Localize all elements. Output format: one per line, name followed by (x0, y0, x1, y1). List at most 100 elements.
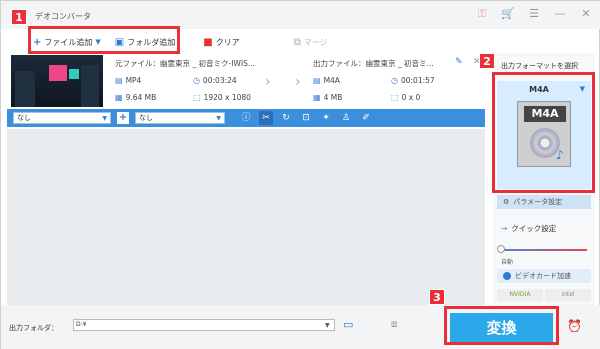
output-format-cell: ▤ M4A (313, 76, 391, 85)
source-duration: 00:03:24 (202, 76, 237, 85)
auto-label: 自動 (501, 259, 514, 266)
source-meta-line: ▤ MP4 ◷ 00:03:24 (115, 74, 271, 87)
window-controls: ⚿ 🛒 ☰ — ✕ (475, 7, 593, 21)
app-title: デオコンバータ (35, 12, 91, 21)
rotate-icon[interactable]: ↻ (279, 111, 293, 125)
output-name-line: 出力ファイル： 幽霊東京 _ 初音ミ... (313, 57, 469, 70)
key-icon[interactable]: ⚿ (475, 7, 489, 21)
source-info: 元ファイル： 幽霊東京 _ 初音ミク-IWIS... ▤ MP4 ◷ 00:03:2… (115, 57, 271, 104)
highlight-box-format (492, 72, 595, 193)
source-resolution: 1920 x 1080 (203, 93, 251, 102)
quick-settings: → クイック設定 (501, 223, 556, 234)
parameter-settings-button[interactable]: ⚙ パラメータ設定 (497, 195, 591, 209)
info-icon[interactable]: ⓘ (239, 111, 253, 125)
clock-icon: ◷ (193, 76, 200, 85)
crop-icon[interactable]: ⊡ (299, 111, 313, 125)
trash-icon: ■ (203, 36, 213, 48)
folder-open-icon[interactable]: ▭ (343, 318, 353, 331)
quick-settings-label: クイック設定 (511, 224, 557, 233)
chevron-right-icon: › (295, 74, 301, 90)
source-format: MP4 (125, 76, 142, 85)
output-size-cell: ▦ 4 MB (313, 93, 391, 102)
menu-icon[interactable]: ☰ (527, 7, 541, 21)
resolution-icon: ⬚ (391, 93, 399, 102)
merge-label: マージ (303, 37, 328, 47)
film-icon: ▤ (313, 76, 321, 85)
thumbnail-building (81, 65, 99, 107)
audio-track-value: なし (139, 114, 153, 122)
gpu-acceleration-toggle[interactable]: ビデオカード加速 (497, 269, 591, 283)
close-button[interactable]: ✕ (579, 7, 593, 21)
output-folder-input[interactable]: D:¥ (73, 319, 335, 331)
resolution-icon: ⬚ (193, 93, 201, 102)
highlight-box-toolbar (28, 26, 180, 54)
chevron-down-icon: ▼ (216, 114, 221, 122)
output-filename: 幽霊東京 _ 初音ミ... (365, 59, 434, 68)
audio-track-select[interactable]: なし ▼ (135, 112, 225, 124)
source-format-cell: ▤ MP4 (115, 76, 193, 85)
gpu-vendor-logos: NVIDIA intel (497, 289, 591, 301)
slider-track (499, 249, 587, 251)
output-resolution-cell: ⬚ 0 x 0 (391, 93, 469, 102)
subtitle-select[interactable]: なし ▼ (13, 112, 111, 124)
merge-icon: ⧉ (293, 36, 301, 48)
merge-button[interactable]: ⧉ マージ (290, 33, 332, 51)
source-size-cell: ▦ 9.64 MB (115, 93, 193, 102)
step-badge-1: 1 (11, 9, 27, 25)
cut-icon[interactable]: ✂ (259, 111, 273, 125)
subtitle-edit-icon[interactable]: ✐ (359, 111, 373, 125)
output-label: 出力ファイル： (313, 59, 366, 68)
quality-slider[interactable] (497, 245, 587, 255)
highlight-box-convert (444, 306, 559, 345)
output-resolution: 0 x 0 (401, 93, 421, 102)
source-label: 元ファイル： (115, 59, 160, 68)
thumbnail-neon-sign (69, 69, 79, 79)
cart-icon[interactable]: 🛒 (501, 7, 515, 21)
output-duration-cell: ◷ 00:01:57 (391, 76, 469, 85)
app-window: デオコンバータ ⚿ 🛒 ☰ — ✕ + ファイル追加 ▼ ▣ フォルダ追加 ■ … (0, 0, 600, 349)
thumbnail-building (15, 71, 35, 107)
output-folder-label: 出力フォルダ： (9, 324, 58, 332)
output-format-label: 出力フォーマットを選択 (501, 62, 578, 70)
minimize-button[interactable]: — (553, 7, 567, 21)
gpu-checkbox[interactable] (503, 272, 511, 280)
arrow-right-icon: → (501, 224, 508, 233)
output-meta-line: ▤ M4A ◷ 00:01:57 (313, 74, 469, 87)
output-info: 出力ファイル： 幽霊東京 _ 初音ミ... ▤ M4A ◷ 00:01:57 ▦ 4 … (313, 57, 469, 104)
file-item[interactable]: 元ファイル： 幽霊東京 _ 初音ミク-IWIS... ▤ MP4 ◷ 00:03:2… (7, 53, 485, 111)
nvidia-logo: NVIDIA (497, 289, 543, 301)
file-size-icon: ▦ (115, 93, 123, 102)
step-badge-3: 3 (429, 289, 445, 305)
effects-icon[interactable]: ✦ (319, 111, 333, 125)
chevron-down-icon: ▼ (102, 114, 107, 122)
source-filename: 幽霊東京 _ 初音ミク-IWIS... (160, 59, 255, 68)
chevron-down-icon[interactable]: ▼ (325, 322, 330, 329)
file-list-area[interactable] (7, 129, 485, 305)
watermark-icon[interactable]: ♙ (339, 111, 353, 125)
film-icon: ▤ (115, 76, 123, 85)
add-subtitle-button[interactable]: + (117, 112, 129, 124)
video-thumbnail[interactable] (11, 55, 103, 107)
source-meta-line: ▦ 9.64 MB ⬚ 1920 x 1080 (115, 91, 271, 104)
output-format: M4A (323, 76, 340, 85)
slider-knob[interactable] (497, 245, 505, 253)
merge-icon[interactable]: ⧈ (391, 319, 397, 330)
subtitle-value: なし (17, 114, 31, 122)
chevron-right-icon: › (265, 74, 271, 90)
settings-icon: ⚙ (503, 198, 510, 206)
intel-logo: intel (545, 289, 591, 301)
clear-button[interactable]: ■ クリア (199, 33, 243, 51)
clock-icon: ◷ (391, 76, 398, 85)
output-meta-line: ▦ 4 MB ⬚ 0 x 0 (313, 91, 469, 104)
output-size: 4 MB (323, 93, 343, 102)
alarm-clock-icon[interactable]: ⏰ (567, 319, 582, 333)
title-bar: デオコンバータ ⚿ 🛒 ☰ — ✕ (1, 1, 600, 29)
source-size: 9.64 MB (125, 93, 157, 102)
source-name-line: 元ファイル： 幽霊東京 _ 初音ミク-IWIS... (115, 57, 271, 70)
output-duration: 00:01:57 (400, 76, 435, 85)
file-size-icon: ▦ (313, 93, 321, 102)
step-badge-2: 2 (479, 53, 495, 69)
edit-icon[interactable]: ✎ (455, 57, 463, 67)
edit-toolbar: なし ▼ + なし ▼ ⓘ ✂ ↻ ⊡ ✦ ♙ ✐ (7, 109, 485, 127)
clear-label: クリア (215, 37, 240, 47)
